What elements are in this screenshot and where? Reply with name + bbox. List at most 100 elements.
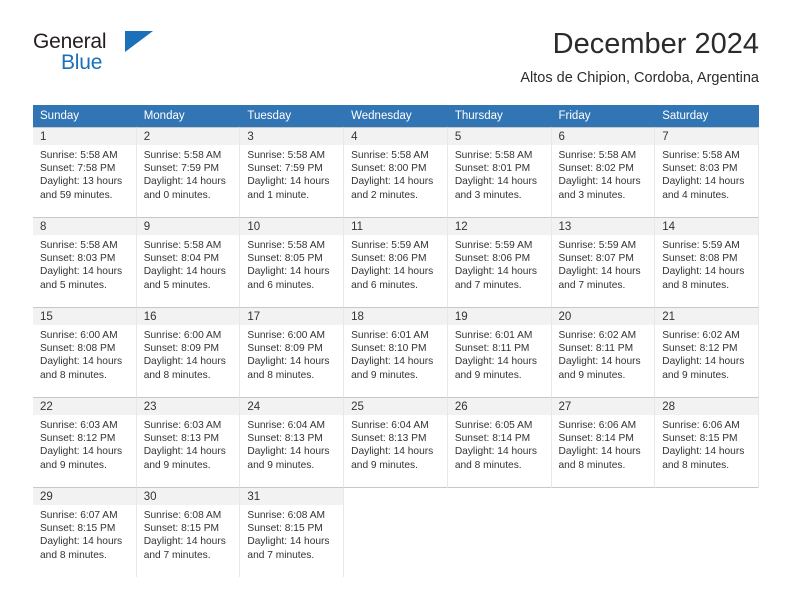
day-details: Sunrise: 5:59 AM Sunset: 8:06 PM Daylight:… [344,235,447,292]
daylight-text-line1: Daylight: 14 hours [351,176,434,188]
daylight-text-line1: Daylight: 14 hours [247,536,330,548]
calendar-day-cell[interactable]: 28 Sunrise: 6:06 AM Sunset: 8:15 PM Dayligh… [655,397,759,487]
calendar-day-cell[interactable]: 6 Sunrise: 5:58 AM Sunset: 8:02 PM Daylight… [551,127,656,217]
calendar-day-cell[interactable]: 19 Sunrise: 6:01 AM Sunset: 8:11 PM Dayligh… [447,307,552,397]
calendar-week-row: 15 Sunrise: 6:00 AM Sunset: 8:08 PM Dayligh… [33,307,759,397]
daylight-text-line2: and 9 minutes. [662,369,730,381]
daylight-text-line1: Daylight: 14 hours [558,176,641,188]
calendar-day-cell[interactable]: 11 Sunrise: 5:59 AM Sunset: 8:06 PM Dayligh… [344,217,448,307]
day-number: 1 [33,128,136,145]
sunrise-text: Sunrise: 6:00 AM [247,330,325,341]
calendar-day-cell[interactable]: 1 Sunrise: 5:58 AM Sunset: 7:58 PM Daylight… [33,127,137,217]
sunset-text: Sunset: 8:05 PM [247,253,323,265]
day-details: Sunrise: 6:00 AM Sunset: 8:09 PM Daylight:… [137,325,240,382]
sunset-text: Sunset: 8:03 PM [40,253,116,265]
calendar-day-cell[interactable]: 21 Sunrise: 6:02 AM Sunset: 8:12 PM Dayligh… [655,307,759,397]
sunrise-text: Sunrise: 6:08 AM [247,510,325,521]
day-number: 22 [33,398,136,415]
sunrise-text: Sunrise: 5:59 AM [558,240,637,251]
day-number: 27 [551,398,655,415]
sunrise-text: Sunrise: 6:02 AM [558,330,637,341]
calendar-day-cell[interactable]: 15 Sunrise: 6:00 AM Sunset: 8:08 PM Dayligh… [33,307,137,397]
sunset-text: Sunset: 8:11 PM [558,343,634,355]
sunrise-text: Sunrise: 5:59 AM [662,240,740,251]
sunset-text: Sunset: 8:12 PM [40,433,116,445]
calendar-day-cell[interactable]: 14 Sunrise: 5:59 AM Sunset: 8:08 PM Dayligh… [655,217,759,307]
sunset-text: Sunset: 8:15 PM [247,523,323,535]
daylight-text-line2: and 8 minutes. [143,369,211,381]
daylight-text-line2: and 59 minutes. [40,189,113,201]
day-details: Sunrise: 6:02 AM Sunset: 8:12 PM Daylight:… [655,325,758,382]
day-number: 8 [33,218,136,235]
day-number: 11 [344,218,447,235]
calendar-day-cell[interactable]: 8 Sunrise: 5:58 AM Sunset: 8:03 PM Daylight… [33,217,137,307]
calendar-day-cell[interactable]: 29 Sunrise: 6:07 AM Sunset: 8:15 PM Dayligh… [33,487,137,577]
calendar-day-cell[interactable]: 13 Sunrise: 5:59 AM Sunset: 8:07 PM Dayligh… [551,217,656,307]
sunrise-text: Sunrise: 6:00 AM [40,330,118,341]
day-details: Sunrise: 5:59 AM Sunset: 8:07 PM Daylight:… [552,235,655,292]
page-title: December 2024 [552,28,759,60]
sunrise-text: Sunrise: 5:58 AM [40,150,118,161]
daylight-text-line2: and 8 minutes. [454,459,522,471]
calendar-day-cell[interactable]: 5 Sunrise: 5:58 AM Sunset: 8:01 PM Daylight… [447,127,552,217]
calendar-day-cell[interactable]: 27 Sunrise: 6:06 AM Sunset: 8:14 PM Dayligh… [551,397,656,487]
daylight-text-line2: and 8 minutes. [247,369,315,381]
calendar-day-cell[interactable]: 24 Sunrise: 6:04 AM Sunset: 8:13 PM Dayligh… [240,397,345,487]
daylight-text-line1: Daylight: 14 hours [247,356,330,368]
sunset-text: Sunset: 8:10 PM [351,343,427,355]
calendar-day-cell[interactable]: 25 Sunrise: 6:04 AM Sunset: 8:13 PM Dayligh… [344,397,448,487]
day-number: 16 [136,308,240,325]
daylight-text-line1: Daylight: 14 hours [662,176,745,188]
daylight-text-line2: and 5 minutes. [40,279,107,291]
weekday-header-friday: Friday [551,105,656,127]
day-number: 6 [551,128,655,145]
day-details: Sunrise: 5:58 AM Sunset: 8:01 PM Daylight:… [448,145,551,202]
calendar-body: 1 Sunrise: 5:58 AM Sunset: 7:58 PM Daylight… [33,127,759,577]
calendar-day-cell[interactable]: 22 Sunrise: 6:03 AM Sunset: 8:12 PM Dayligh… [33,397,137,487]
sunrise-text: Sunrise: 5:58 AM [247,150,325,161]
weekday-header-wednesday: Wednesday [344,105,448,127]
calendar-day-cell[interactable]: 17 Sunrise: 6:00 AM Sunset: 8:09 PM Dayligh… [240,307,345,397]
calendar-day-cell[interactable]: 26 Sunrise: 6:05 AM Sunset: 8:14 PM Dayligh… [447,397,552,487]
calendar-day-cell-empty [344,487,448,577]
daylight-text-line1: Daylight: 14 hours [662,266,745,278]
calendar-day-cell[interactable]: 2 Sunrise: 5:58 AM Sunset: 7:59 PM Daylight… [136,127,241,217]
calendar-day-cell[interactable]: 16 Sunrise: 6:00 AM Sunset: 8:09 PM Dayligh… [136,307,241,397]
daylight-text-line2: and 9 minutes. [558,369,626,381]
day-details: Sunrise: 5:58 AM Sunset: 7:59 PM Daylight:… [137,145,240,202]
sunrise-text: Sunrise: 6:03 AM [143,420,222,431]
sunrise-text: Sunrise: 5:58 AM [143,240,222,251]
sunset-text: Sunset: 8:07 PM [558,253,634,265]
calendar-day-cell[interactable]: 23 Sunrise: 6:03 AM Sunset: 8:13 PM Dayligh… [136,397,241,487]
calendar-grid: Sunday Monday Tuesday Wednesday Thursday… [33,105,759,577]
calendar-week-row: 1 Sunrise: 5:58 AM Sunset: 7:58 PM Daylight… [33,127,759,217]
calendar-day-cell[interactable]: 12 Sunrise: 5:59 AM Sunset: 8:06 PM Dayligh… [447,217,552,307]
generalblue-logo[interactable]: General Blue [33,30,233,90]
sunrise-text: Sunrise: 5:58 AM [143,150,222,161]
daylight-text-line2: and 7 minutes. [247,549,315,561]
day-number: 28 [655,398,758,415]
day-number: 29 [33,488,136,505]
day-number: 25 [344,398,447,415]
calendar-day-cell[interactable]: 7 Sunrise: 5:58 AM Sunset: 8:03 PM Daylight… [655,127,759,217]
calendar-day-cell[interactable]: 9 Sunrise: 5:58 AM Sunset: 8:04 PM Daylight… [136,217,241,307]
calendar-day-cell[interactable]: 31 Sunrise: 6:08 AM Sunset: 8:15 PM Dayligh… [240,487,345,577]
calendar-week-row: 8 Sunrise: 5:58 AM Sunset: 8:03 PM Daylight… [33,217,759,307]
sunset-text: Sunset: 8:06 PM [351,253,427,265]
calendar-day-cell[interactable]: 18 Sunrise: 6:01 AM Sunset: 8:10 PM Dayligh… [344,307,448,397]
calendar-day-cell[interactable]: 30 Sunrise: 6:08 AM Sunset: 8:15 PM Dayligh… [136,487,241,577]
sunset-text: Sunset: 7:59 PM [143,163,220,175]
calendar-day-cell[interactable]: 3 Sunrise: 5:58 AM Sunset: 7:59 PM Daylight… [240,127,345,217]
calendar-day-cell[interactable]: 10 Sunrise: 5:58 AM Sunset: 8:05 PM Dayligh… [240,217,345,307]
daylight-text-line1: Daylight: 14 hours [40,356,123,368]
weekday-header-thursday: Thursday [447,105,552,127]
daylight-text-line2: and 8 minutes. [40,369,107,381]
calendar-day-cell[interactable]: 4 Sunrise: 5:58 AM Sunset: 8:00 PM Daylight… [344,127,448,217]
daylight-text-line2: and 5 minutes. [143,279,211,291]
calendar-week-row: 22 Sunrise: 6:03 AM Sunset: 8:12 PM Dayligh… [33,397,759,487]
daylight-text-line1: Daylight: 14 hours [558,446,641,458]
daylight-text-line2: and 8 minutes. [662,459,730,471]
day-details: Sunrise: 5:58 AM Sunset: 8:04 PM Daylight:… [137,235,240,292]
calendar-day-cell[interactable]: 20 Sunrise: 6:02 AM Sunset: 8:11 PM Dayligh… [551,307,656,397]
sunrise-text: Sunrise: 5:59 AM [351,240,429,251]
